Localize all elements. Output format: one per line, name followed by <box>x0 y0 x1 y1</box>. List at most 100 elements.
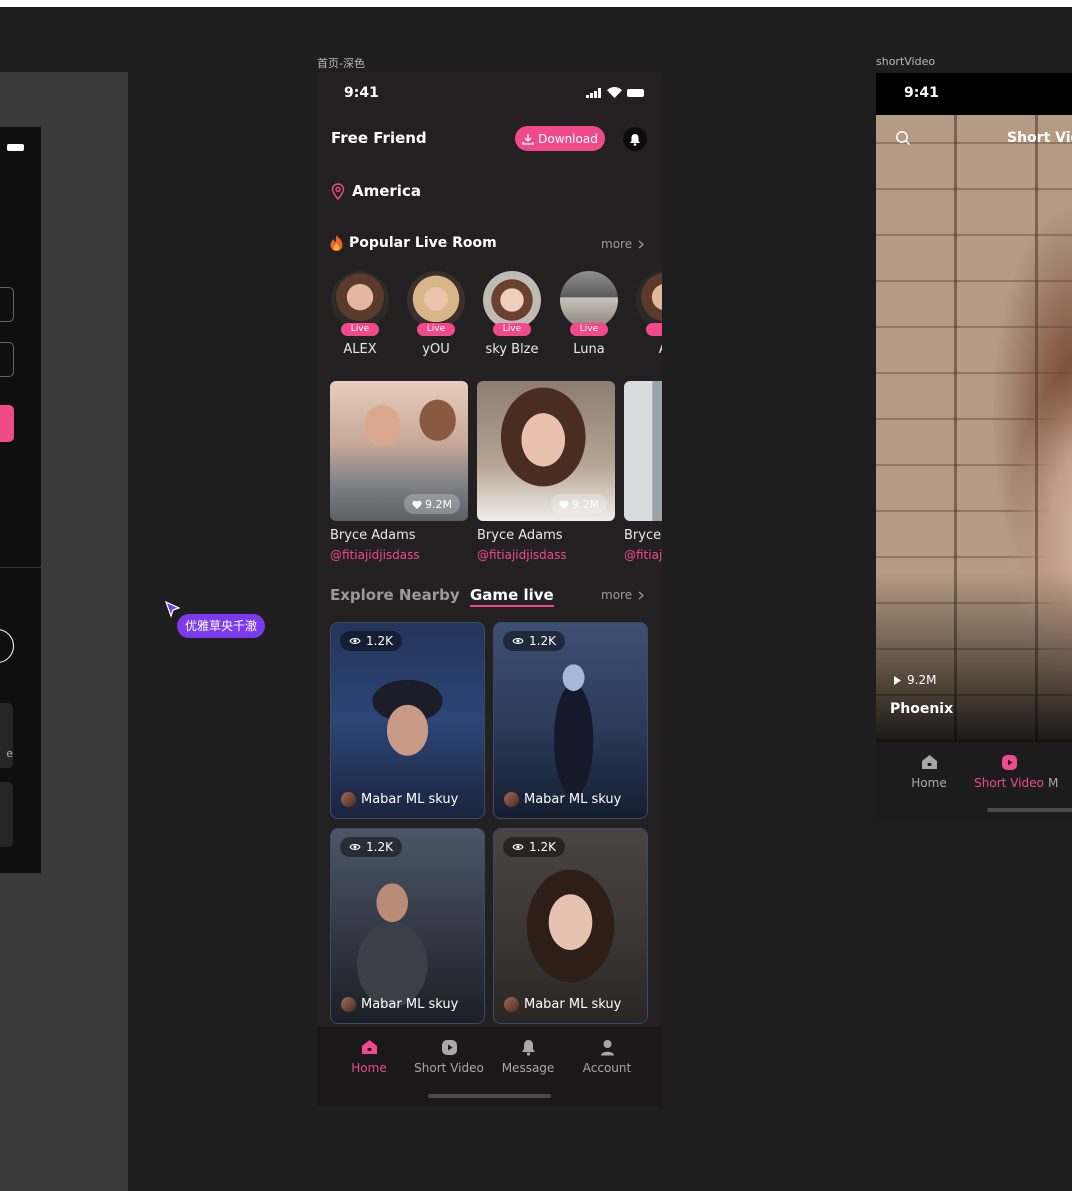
nav-label: Account <box>582 1061 632 1075</box>
likes-count: 9.2M <box>572 497 599 511</box>
avatar: Live <box>407 271 465 336</box>
video-player[interactable] <box>876 115 1072 742</box>
live-room-item[interactable]: L Al <box>634 271 662 357</box>
download-icon <box>522 133 534 145</box>
home-screen-frame: 9:41 Free Friend Download America Popula… <box>317 73 662 1106</box>
nav-short-video[interactable]: Short Video <box>409 1037 489 1075</box>
bell-icon <box>630 133 640 146</box>
heart-icon <box>412 500 422 509</box>
play-icon <box>894 675 901 685</box>
featured-handle[interactable]: @fitiaji <box>624 548 662 562</box>
avatar: L <box>636 271 662 336</box>
download-button[interactable]: Download <box>515 126 605 151</box>
likes-badge: 9.2M <box>404 494 460 514</box>
nav-account[interactable]: Account <box>567 1037 647 1075</box>
live-badge: Live <box>493 323 531 336</box>
live-room-item[interactable]: Live Luna <box>558 271 620 357</box>
likes-count: 9.2M <box>425 497 452 511</box>
game-live-card[interactable]: 1.2K Mabar ML skuy <box>330 828 485 1024</box>
featured-name: Bryce Adams <box>477 528 563 543</box>
nav-label: Message <box>501 1061 555 1075</box>
featured-handle[interactable]: @fitiajidjisdass <box>330 548 468 562</box>
video-author-name[interactable]: Phoenix <box>890 701 953 717</box>
streamer-name: Mabar ML skuy <box>524 792 622 807</box>
likes-badge: 9.2M <box>551 494 607 514</box>
featured-handle[interactable]: @fitiajidjisdass <box>477 548 615 562</box>
live-badge: L <box>646 323 662 336</box>
live-room-item[interactable]: Live yOU <box>405 271 467 357</box>
short-video-screen-frame: 9:41 Short Vid 9.2M Phoenix Home Short V… <box>876 73 1072 820</box>
eye-icon <box>349 844 361 850</box>
signal-icon <box>586 88 601 98</box>
streamer-info: Mabar ML skuy <box>341 997 458 1012</box>
left-input-field-1 <box>0 287 14 322</box>
home-indicator <box>428 1094 551 1098</box>
canvas-top-bar <box>0 0 1072 7</box>
play-count: 9.2M <box>894 673 936 687</box>
notification-button[interactable] <box>623 127 647 151</box>
bottom-navigation: Home Short Video M <box>876 742 1072 820</box>
streamer-name: Mabar ML skuy <box>524 997 622 1012</box>
chevron-right-icon <box>638 240 645 248</box>
views-badge: 1.2K <box>503 837 565 857</box>
game-live-card[interactable]: 1.2K Mabar ML skuy <box>493 828 648 1024</box>
nav-label: Short Video <box>414 1061 484 1075</box>
streamer-info: Mabar ML skuy <box>504 792 621 807</box>
nav-label: M <box>1048 776 1059 790</box>
nav-message[interactable]: M <box>1048 752 1072 790</box>
status-bar: 9:41 <box>317 73 662 113</box>
views-count: 1.2K <box>366 634 393 648</box>
nav-short-video[interactable]: Short Video <box>969 752 1049 790</box>
popular-more-link[interactable]: more <box>601 237 645 251</box>
nav-message[interactable]: Message <box>488 1037 568 1075</box>
live-room-name: yOU <box>422 342 450 357</box>
location-selector[interactable]: America <box>331 182 421 200</box>
collaborator-name-tag: 优雅草央千澈 <box>177 614 266 638</box>
app-title: Free Friend <box>331 129 427 147</box>
status-bar: 9:41 <box>876 73 1072 115</box>
bottom-navigation: Home Short Video Message Account <box>317 1027 662 1106</box>
game-live-card[interactable]: 1.2K Mabar ML skuy <box>330 622 485 819</box>
left-phone-preview[interactable]: e <box>0 127 41 873</box>
explore-more-link[interactable]: more <box>601 588 645 602</box>
live-room-item[interactable]: Live sky Blze <box>481 271 543 357</box>
views-count: 1.2K <box>529 634 556 648</box>
frame-label-home[interactable]: 首页-深色 <box>317 55 365 71</box>
streamer-info: Mabar ML skuy <box>504 997 621 1012</box>
views-badge: 1.2K <box>340 837 402 857</box>
live-badge: Live <box>417 323 455 336</box>
battery-icon <box>627 89 644 97</box>
game-live-card[interactable]: 1.2K Mabar ML skuy <box>493 622 648 819</box>
avatar <box>504 792 519 807</box>
featured-name: Bryce <box>624 528 662 543</box>
nav-home[interactable]: Home <box>889 752 969 790</box>
frame-label-short-video[interactable]: shortVideo <box>876 55 935 68</box>
collaborator-cursor-icon <box>165 601 180 618</box>
download-label: Download <box>538 131 598 146</box>
home-icon <box>361 1040 377 1054</box>
popular-title: Popular Live Room <box>349 235 497 251</box>
live-room-name: ALEX <box>343 342 377 357</box>
live-room-name: Al <box>634 342 662 357</box>
live-room-item[interactable]: Live ALEX <box>329 271 391 357</box>
location-name: America <box>352 182 421 200</box>
left-circle-button <box>0 629 14 663</box>
status-time: 9:41 <box>904 85 939 101</box>
featured-card[interactable]: 9.2M Bryce Adams @fitiajidjisdass <box>330 381 468 562</box>
tab-game-live[interactable]: Game live <box>470 586 554 607</box>
eye-icon <box>349 638 361 644</box>
search-icon[interactable] <box>895 130 911 146</box>
user-icon <box>600 1039 614 1055</box>
views-count: 1.2K <box>366 840 393 854</box>
streamer-name: Mabar ML skuy <box>361 792 459 807</box>
featured-card[interactable]: Bryce @fitiaji <box>624 381 662 562</box>
location-pin-icon <box>331 182 345 200</box>
tab-explore-nearby[interactable]: Explore Nearby <box>330 586 460 604</box>
battery-icon <box>7 144 24 151</box>
heart-icon <box>559 500 569 509</box>
avatar: Live <box>483 271 541 336</box>
nav-home[interactable]: Home <box>329 1037 409 1075</box>
left-card-text: e <box>6 747 13 760</box>
left-card-1: e <box>0 703 13 768</box>
featured-card[interactable]: 9.2M Bryce Adams @fitiajidjisdass <box>477 381 615 562</box>
